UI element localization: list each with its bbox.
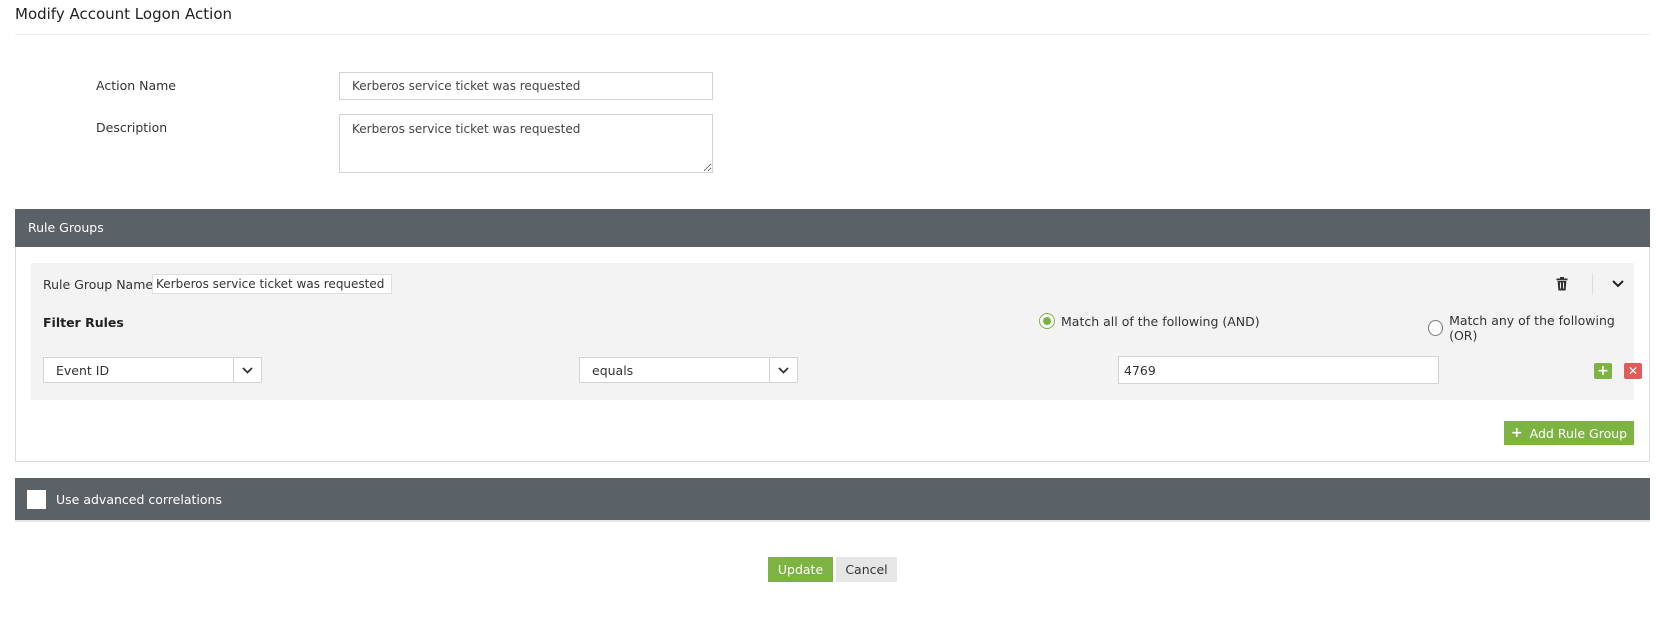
rule-field-value: Event ID [56, 363, 110, 378]
plus-icon: + [1597, 363, 1609, 379]
delete-rule-group-button[interactable] [1551, 273, 1573, 295]
description-label: Description [96, 120, 168, 135]
add-rule-button[interactable]: + [1594, 363, 1612, 379]
title-divider [15, 34, 1650, 35]
chevron-down-icon [233, 358, 261, 382]
remove-rule-button[interactable]: ✕ [1624, 363, 1642, 379]
rule-group-name-input[interactable] [152, 274, 392, 294]
cancel-button[interactable]: Cancel [836, 557, 897, 582]
rule-groups-header: Rule Groups [15, 209, 1650, 247]
advanced-correlations-bar: Use advanced correlations [15, 478, 1650, 520]
advanced-correlations-checkbox[interactable] [27, 489, 46, 509]
rule-group-name-label: Rule Group Name : [43, 277, 162, 292]
rule-field-select[interactable]: Event ID [43, 357, 262, 383]
close-icon: ✕ [1627, 364, 1639, 378]
match-all-label: Match all of the following (AND) [1061, 313, 1260, 329]
rule-groups-panel: Rule Group Name : Filter Rules Match all… [15, 247, 1650, 462]
rule-groups-title: Rule Groups [28, 220, 104, 235]
chevron-down-icon [1612, 280, 1624, 288]
chevron-down-icon [769, 358, 797, 382]
match-all-option[interactable]: Match all of the following (AND) [1039, 313, 1260, 329]
add-rule-group-label: Add Rule Group [1529, 425, 1628, 441]
rule-operator-select[interactable]: equals [579, 357, 798, 383]
section-divider [15, 520, 1650, 522]
plus-icon: + [1510, 425, 1523, 441]
header-separator [1592, 273, 1593, 295]
collapse-rule-group-button[interactable] [1607, 273, 1629, 295]
rule-operator-value: equals [592, 363, 634, 378]
match-any-option[interactable]: Match any of the following (OR) [1428, 313, 1634, 343]
action-name-input[interactable] [339, 72, 713, 100]
rule-group-card: Rule Group Name : Filter Rules Match all… [31, 263, 1642, 400]
match-any-label: Match any of the following (OR) [1449, 313, 1615, 343]
match-all-radio[interactable] [1039, 313, 1055, 329]
trash-icon [1556, 277, 1568, 291]
match-any-radio[interactable] [1428, 320, 1444, 336]
description-textarea[interactable]: Kerberos service ticket was requested [339, 114, 713, 173]
page-title: Modify Account Logon Action [15, 5, 233, 23]
rule-value-input[interactable] [1118, 356, 1439, 384]
filter-rules-label: Filter Rules [43, 315, 124, 330]
update-button[interactable]: Update [768, 557, 833, 582]
add-rule-group-button[interactable]: + Add Rule Group [1504, 421, 1634, 445]
advanced-correlations-label: Use advanced correlations [56, 491, 222, 507]
action-name-label: Action Name [96, 78, 176, 93]
